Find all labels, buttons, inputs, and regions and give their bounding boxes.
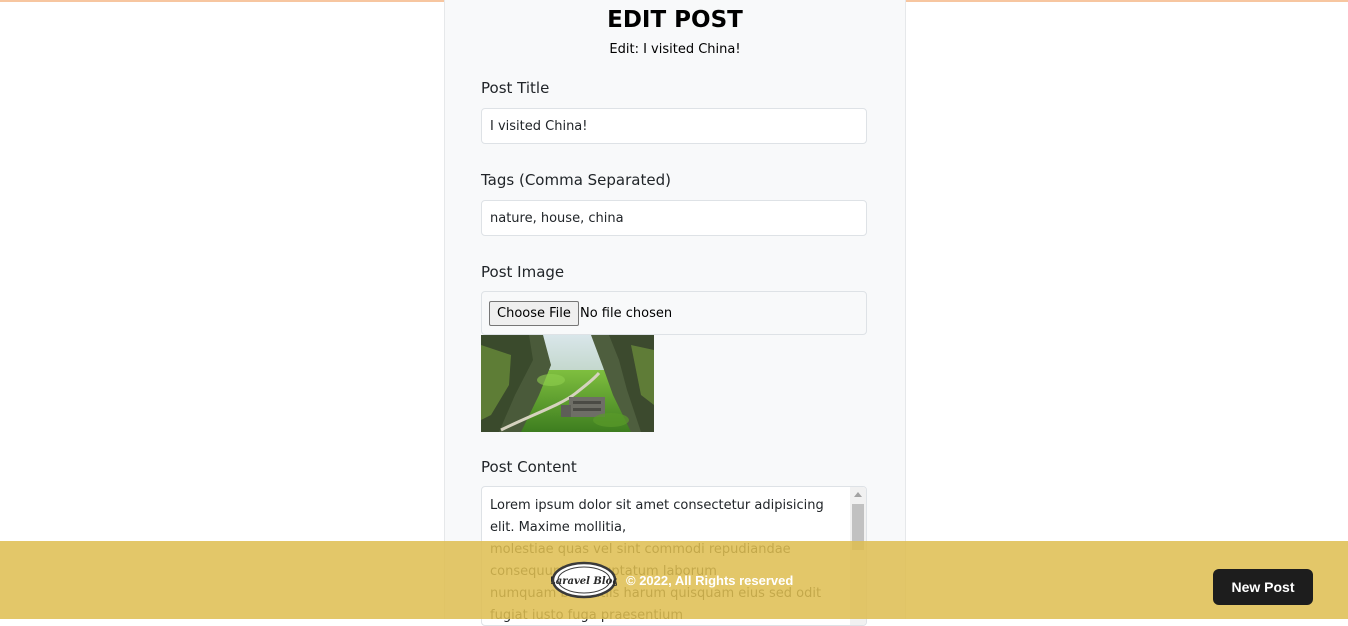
scroll-up-arrow-icon[interactable] <box>854 492 862 497</box>
no-file-chosen-text: No file chosen <box>580 306 673 321</box>
post-content-label: Post Content <box>481 458 577 476</box>
file-input[interactable]: Choose File No file chosen <box>481 291 867 335</box>
tags-label: Tags (Comma Separated) <box>481 171 671 189</box>
svg-text:Laravel Blog: Laravel Blog <box>551 576 617 587</box>
edit-post-panel: EDIT POST Edit: I visited China! Post Ti… <box>444 0 906 626</box>
choose-file-button[interactable]: Choose File <box>489 301 579 326</box>
post-title-label: Post Title <box>481 79 550 97</box>
footer: Laravel Blog © 2022, All Rights reserved… <box>0 541 1348 619</box>
laravel-blog-logo[interactable]: Laravel Blog <box>548 560 619 600</box>
new-post-button[interactable]: New Post <box>1213 569 1313 605</box>
post-title-input[interactable]: I visited China! <box>481 108 867 144</box>
page-title: EDIT POST <box>607 7 743 33</box>
page-subtitle: Edit: I visited China! <box>609 42 741 57</box>
copyright-text: © 2022, All Rights reserved <box>626 573 794 588</box>
tags-input[interactable]: nature, house, china <box>481 200 867 236</box>
post-image-label: Post Image <box>481 263 565 281</box>
post-image-thumbnail <box>481 335 654 432</box>
